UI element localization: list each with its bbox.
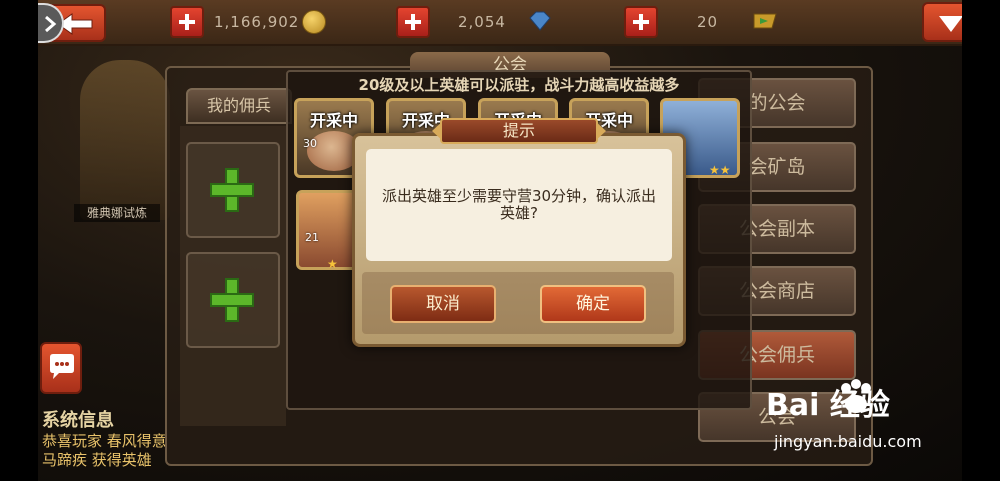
dialog-message: 派出英雄至少需要守营30分钟，确认派出英雄? — [381, 187, 657, 222]
add-gems-button[interactable] — [396, 6, 430, 38]
tab-my-mercenaries[interactable]: 我的佣兵 — [186, 88, 292, 124]
gem-amount: 2,054 — [458, 13, 506, 31]
dispatch-hint-text: 20级及以上英雄可以派驻，战斗力越高收益越多 — [358, 76, 680, 94]
letterbox-left — [0, 0, 38, 481]
add-gold-button[interactable] — [170, 6, 204, 38]
baidu-paw-icon — [841, 379, 871, 413]
star-icon: ★★ — [709, 163, 731, 177]
mining-status-label: 开采中 — [309, 111, 358, 130]
add-tickets-button[interactable] — [624, 6, 658, 38]
trial-name-plate[interactable]: 雅典娜试炼 — [74, 204, 160, 222]
baidu-jingyan-watermark: Bai 经验 jingyan.baidu.com — [766, 379, 976, 470]
ticket-icon — [753, 13, 777, 29]
chevron-right-icon — [45, 15, 57, 33]
game-screen: 1,166,902 2,054 20 雅典娜试炼 系统信息 恭喜玩家 春风得意马… — [0, 0, 1000, 481]
add-mercenary-plus-icon — [210, 278, 254, 322]
hero-level: 21 — [305, 231, 319, 244]
resource-bar: 1,166,902 2,054 20 — [0, 0, 1000, 46]
gem-icon — [529, 11, 551, 31]
gold-amount: 1,166,902 — [214, 13, 300, 31]
gold-coin-icon — [302, 10, 326, 34]
triangle-down-icon — [939, 16, 963, 32]
chat-bubble-icon — [50, 354, 74, 379]
mercenary-slot-1[interactable] — [186, 142, 280, 238]
system-info-message: 恭喜玩家 春风得意马蹄疾 获得英雄 — [42, 432, 167, 469]
letterbox-right — [962, 0, 1000, 481]
system-info-title: 系统信息 — [42, 410, 114, 431]
hero-level: 30 — [303, 137, 317, 150]
athena-statue-image — [80, 60, 170, 220]
add-mercenary-plus-icon — [210, 168, 254, 212]
ticket-amount: 20 — [697, 13, 719, 31]
star-icon: ★ — [327, 257, 338, 271]
cancel-button[interactable]: 取消 — [390, 285, 496, 323]
dialog-title: 提示 — [440, 118, 598, 144]
chat-button[interactable] — [40, 342, 82, 394]
confirm-button[interactable]: 确定 — [540, 285, 646, 323]
watermark-url: jingyan.baidu.com — [774, 432, 922, 451]
mercenary-slot-2[interactable] — [186, 252, 280, 348]
